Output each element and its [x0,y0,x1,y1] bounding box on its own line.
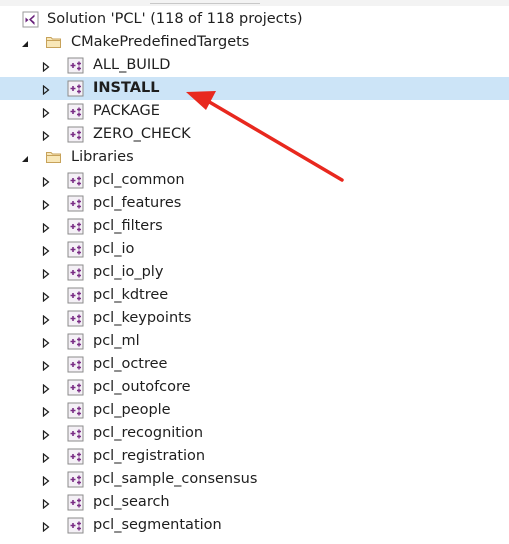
project-row[interactable]: pcl_filters [0,215,509,238]
project-label: pcl_sample_consensus [93,471,258,487]
solution-label: Solution 'PCL' (118 of 118 projects) [47,11,303,27]
folder-row-cmakepredefinedtargets[interactable]: CMakePredefinedTargets [0,31,509,54]
project-row-install[interactable]: INSTALL [0,77,509,100]
cpp-project-icon [67,57,84,74]
project-row[interactable]: pcl_ml [0,330,509,353]
collapsed-triangle-icon[interactable] [41,267,51,280]
project-label: pcl_outofcore [93,379,191,395]
collapsed-triangle-icon[interactable] [41,428,51,441]
collapsed-triangle-icon[interactable] [41,175,51,188]
cropped-header-fragment [150,0,260,4]
project-row[interactable]: pcl_common [0,169,509,192]
folder-icon [45,149,62,166]
project-label: pcl_ml [93,333,140,349]
project-row[interactable]: pcl_features [0,192,509,215]
collapsed-triangle-icon[interactable] [41,198,51,211]
expanded-triangle-icon[interactable] [20,37,30,47]
collapsed-triangle-icon[interactable] [41,129,51,142]
folder-row-libraries[interactable]: Libraries [0,146,509,169]
project-row[interactable]: pcl_outofcore [0,376,509,399]
collapsed-triangle-icon[interactable] [41,313,51,326]
project-label: PACKAGE [93,103,160,119]
cpp-project-icon [67,333,84,350]
collapsed-triangle-icon[interactable] [41,474,51,487]
project-label: INSTALL [93,80,160,96]
expanded-triangle-icon[interactable] [20,152,30,162]
cpp-project-icon [67,356,84,373]
project-row[interactable]: pcl_search [0,491,509,514]
project-label: pcl_kdtree [93,287,169,303]
cpp-project-icon [67,494,84,511]
collapsed-triangle-icon[interactable] [41,60,51,73]
project-row[interactable]: pcl_segmentation [0,514,509,537]
project-label: pcl_recognition [93,425,204,441]
project-row[interactable]: pcl_io_ply [0,261,509,284]
cpp-project-icon [67,471,84,488]
libraries-project-list: pcl_common pcl_features pcl_filters pcl_iop… [0,169,509,537]
solution-tree: Solution 'PCL' (118 of 118 projects) CMa… [0,8,509,537]
project-row[interactable]: pcl_people [0,399,509,422]
project-row-zero-check[interactable]: ZERO_CHECK [0,123,509,146]
project-label: pcl_search [93,494,170,510]
folder-icon [45,34,62,51]
project-label: pcl_segmentation [93,517,222,533]
project-label: pcl_features [93,195,182,211]
solution-root-row[interactable]: Solution 'PCL' (118 of 118 projects) [0,8,509,31]
project-label: pcl_io [93,241,135,257]
folder-label: CMakePredefinedTargets [71,34,250,50]
project-label: pcl_octree [93,356,168,372]
project-row[interactable]: pcl_kdtree [0,284,509,307]
folder-label: Libraries [71,149,134,165]
collapsed-triangle-icon[interactable] [41,106,51,119]
project-label: pcl_keypoints [93,310,192,326]
visual-studio-solution-icon [22,11,39,28]
project-label: pcl_common [93,172,185,188]
collapsed-triangle-icon[interactable] [41,221,51,234]
project-row[interactable]: pcl_keypoints [0,307,509,330]
header-strip-cropped [0,0,509,6]
project-label: pcl_registration [93,448,206,464]
project-row[interactable]: pcl_registration [0,445,509,468]
cpp-project-icon [67,448,84,465]
project-row-package[interactable]: PACKAGE [0,100,509,123]
collapsed-triangle-icon[interactable] [41,405,51,418]
cpp-project-icon [67,425,84,442]
cpp-project-icon [67,379,84,396]
cpp-project-icon [67,241,84,258]
project-label: ALL_BUILD [93,57,171,73]
collapsed-triangle-icon[interactable] [41,290,51,303]
cpp-project-icon [67,126,84,143]
cpp-project-icon [67,80,84,97]
project-row[interactable]: pcl_octree [0,353,509,376]
project-row[interactable]: pcl_recognition [0,422,509,445]
collapsed-triangle-icon[interactable] [41,336,51,349]
collapsed-triangle-icon[interactable] [41,382,51,395]
project-label: pcl_io_ply [93,264,164,280]
collapsed-triangle-icon[interactable] [41,359,51,372]
collapsed-triangle-icon[interactable] [41,83,51,96]
cpp-project-icon [67,172,84,189]
project-label: pcl_people [93,402,171,418]
cpp-project-icon [67,264,84,281]
solution-explorer-tree-view: Solution 'PCL' (118 of 118 projects) CMa… [0,0,509,544]
cpp-project-icon [67,195,84,212]
collapsed-triangle-icon[interactable] [41,520,51,533]
project-label: pcl_filters [93,218,163,234]
collapsed-triangle-icon[interactable] [41,497,51,510]
project-row[interactable]: pcl_sample_consensus [0,468,509,491]
cpp-project-icon [67,103,84,120]
project-row[interactable]: pcl_io [0,238,509,261]
collapsed-triangle-icon[interactable] [41,451,51,464]
cpp-project-icon [67,287,84,304]
cpp-project-icon [67,310,84,327]
project-row-all-build[interactable]: ALL_BUILD [0,54,509,77]
cpp-project-icon [67,218,84,235]
cpp-project-icon [67,402,84,419]
collapsed-triangle-icon[interactable] [41,244,51,257]
project-label: ZERO_CHECK [93,126,191,142]
cpp-project-icon [67,517,84,534]
